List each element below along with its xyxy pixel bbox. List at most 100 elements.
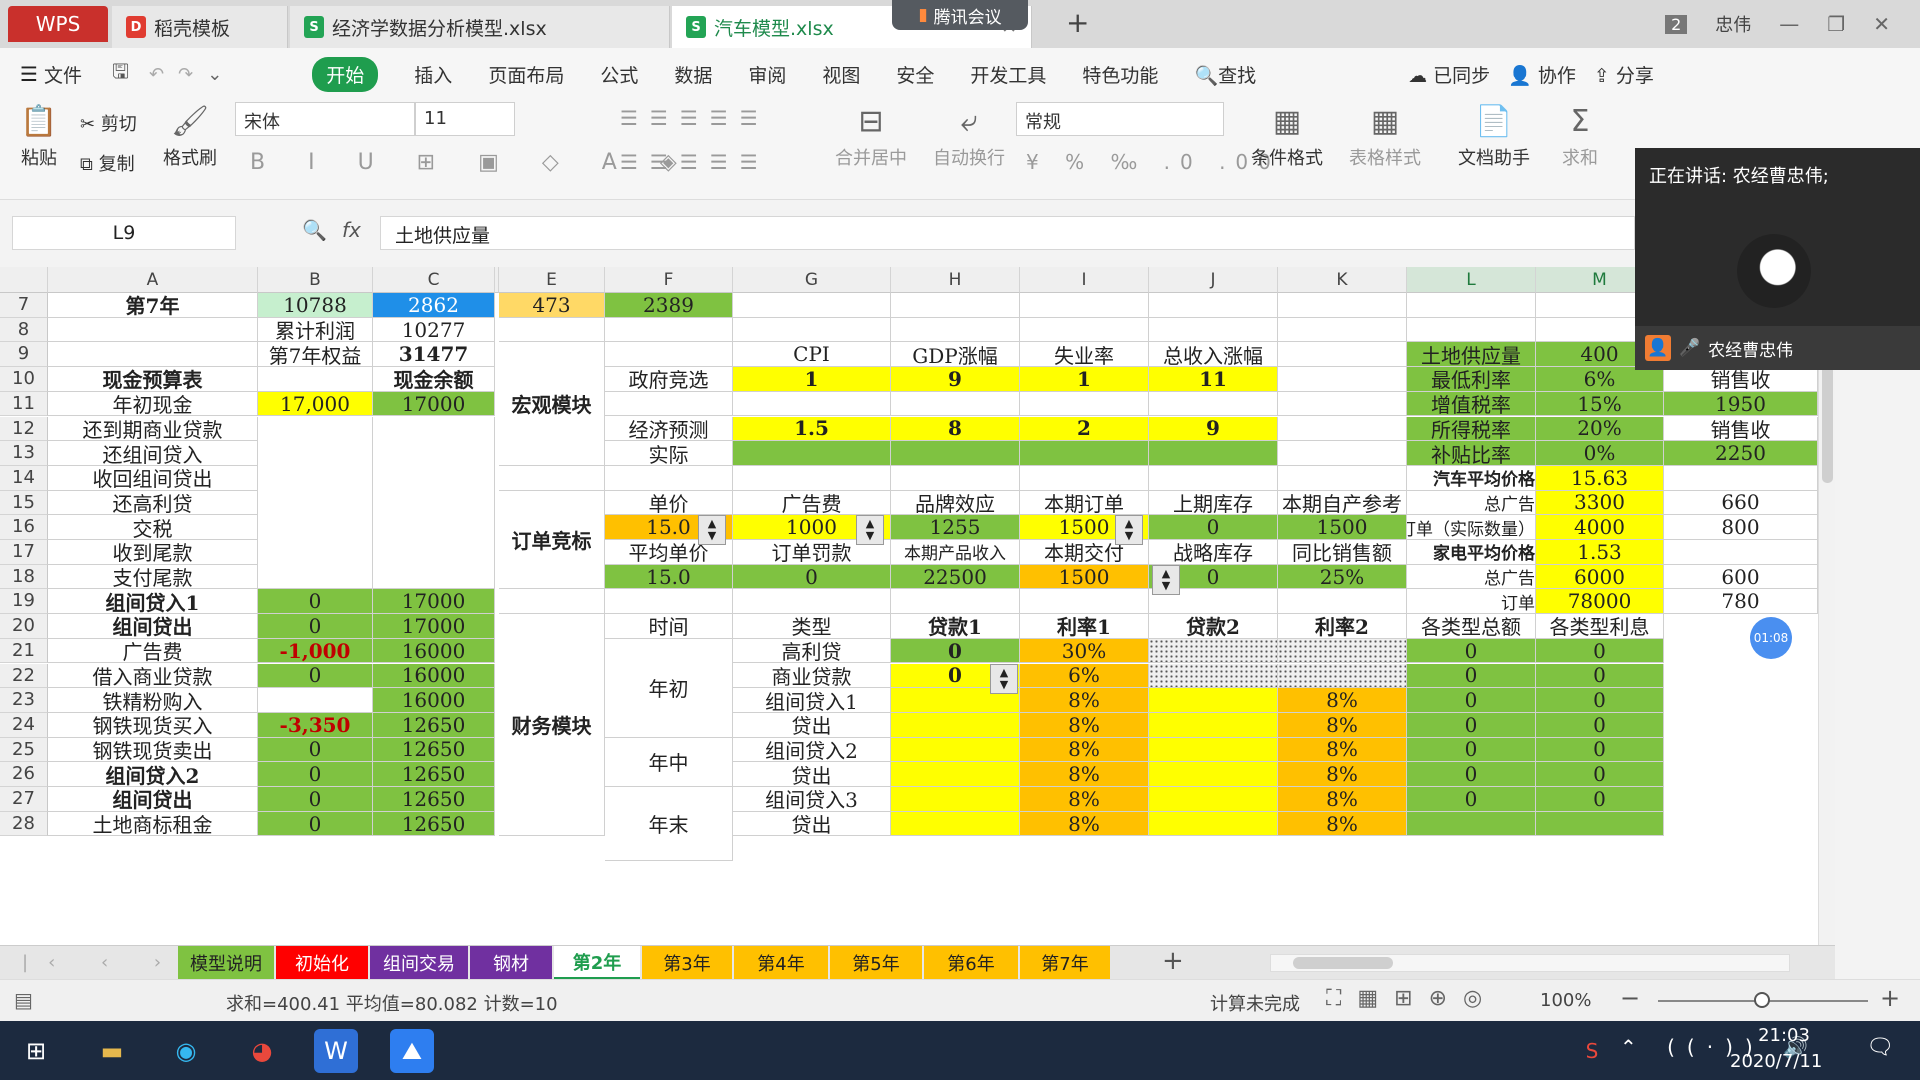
cell-a23[interactable]: 铁精粉购入 xyxy=(48,688,258,713)
cell-g24[interactable]: 贷出 xyxy=(733,712,891,738)
cell-l28[interactable] xyxy=(1407,811,1536,837)
cell-f19[interactable] xyxy=(605,589,733,615)
cell-a25[interactable]: 钢铁现货卖出 xyxy=(48,737,258,763)
cell-g27[interactable]: 组间贷入3 xyxy=(733,787,891,812)
cell-l16[interactable]: 订单（实际数量） xyxy=(1407,515,1536,540)
cell-n15[interactable]: 660 xyxy=(1664,490,1818,516)
cell-e15[interactable]: 订单竞标 xyxy=(499,490,605,590)
col-header-f[interactable]: F xyxy=(605,267,733,293)
cell-h17[interactable]: 本期产品收入 xyxy=(891,540,1020,565)
cell-j12[interactable]: 9 xyxy=(1149,416,1278,442)
cell-n13[interactable]: 2250 xyxy=(1664,441,1818,466)
share-button[interactable]: ⇪ 分享 xyxy=(1594,61,1654,88)
wps-office-icon[interactable]: W xyxy=(314,1029,358,1073)
cell-a20[interactable]: 组间贷出 xyxy=(48,614,258,639)
spreadsheet-grid[interactable]: A B C E F G H I J K L M 7 8 9 10 11 12 13 14 15 1… xyxy=(0,267,1835,945)
cell-a22[interactable]: 借入商业贷款 xyxy=(48,663,258,689)
sheet-tab[interactable]: 组间交易 xyxy=(370,946,468,980)
cell-h7[interactable] xyxy=(891,293,1020,318)
cell-g11[interactable] xyxy=(733,391,891,417)
row-header[interactable]: 22 xyxy=(0,663,48,689)
cell-e14[interactable] xyxy=(499,465,605,491)
cell-j16[interactable]: 0 xyxy=(1149,515,1278,540)
cell-g21[interactable]: 高利贷 xyxy=(733,638,891,664)
cell-b21[interactable]: -1,000 xyxy=(258,638,373,664)
menu-search[interactable]: 🔍查找 xyxy=(1194,61,1256,88)
cell-a15[interactable]: 还高利贷 xyxy=(48,490,258,516)
zoom-slider[interactable] xyxy=(1658,992,1868,1008)
cell-a26[interactable]: 组间贷入2 xyxy=(48,762,258,787)
cell-h20[interactable]: 贷款1 xyxy=(891,614,1020,639)
horizontal-scroll-thumb[interactable] xyxy=(1293,957,1393,969)
cell-i12[interactable]: 2 xyxy=(1020,416,1149,442)
cell-b7[interactable]: 10788 xyxy=(258,293,373,318)
cell-l27[interactable]: 0 xyxy=(1407,787,1536,812)
cell-j21[interactable] xyxy=(1149,638,1278,664)
cell-c11[interactable]: 17000 xyxy=(373,391,495,417)
col-header-i[interactable]: I xyxy=(1020,267,1149,293)
cell-m23[interactable]: 0 xyxy=(1536,688,1664,713)
cell-m28[interactable] xyxy=(1536,811,1664,837)
cell-f18[interactable]: 15.0 xyxy=(605,564,733,590)
cell-j10[interactable]: 11 xyxy=(1149,367,1278,392)
cell-j11[interactable] xyxy=(1149,391,1278,417)
cell-j13[interactable] xyxy=(1149,441,1278,466)
cell-b9[interactable]: 第7年权益 xyxy=(258,342,373,368)
cell-k7[interactable] xyxy=(1278,293,1407,318)
spinner-control[interactable]: ▲ ▼ xyxy=(1115,515,1143,546)
formula-input[interactable]: 土地供应量 xyxy=(380,216,1635,250)
menu-home[interactable]: 开始 xyxy=(312,56,379,92)
cell-k11[interactable] xyxy=(1278,391,1407,417)
cell-g15[interactable]: 广告费 xyxy=(733,490,891,516)
cell-c21[interactable]: 16000 xyxy=(373,638,495,664)
cell-f8[interactable] xyxy=(605,317,733,343)
cell-b25[interactable]: 0 xyxy=(258,737,373,763)
cell-k9[interactable] xyxy=(1278,342,1407,368)
menu-data[interactable]: 数据 xyxy=(674,61,712,88)
cell-a21[interactable]: 广告费 xyxy=(48,638,258,664)
cell-h21[interactable]: 0 xyxy=(891,638,1020,664)
cell-i21[interactable]: 30% xyxy=(1020,638,1149,664)
cell-k18[interactable]: 25% xyxy=(1278,564,1407,590)
row-header[interactable]: 26 xyxy=(0,762,48,787)
cell-a18[interactable]: 支付尾款 xyxy=(48,564,258,590)
cell-c7[interactable]: 2862 xyxy=(373,293,495,318)
cell-b28[interactable]: 0 xyxy=(258,811,373,837)
cell-l18[interactable]: 总广告 xyxy=(1407,564,1536,590)
row-header[interactable]: 8 xyxy=(0,317,48,343)
cell-l13[interactable]: 补贴比率 xyxy=(1407,441,1536,466)
cell-g7[interactable] xyxy=(733,293,891,318)
menu-developer[interactable]: 开发工具 xyxy=(970,61,1046,88)
spinner-control[interactable]: ▲ ▼ xyxy=(856,515,884,546)
sum-button[interactable]: Σ 求和 xyxy=(1552,104,1608,170)
horizontal-scrollbar[interactable] xyxy=(1270,954,1790,972)
cell-i7[interactable] xyxy=(1020,293,1149,318)
cell-g9[interactable]: CPI xyxy=(733,342,891,368)
cell-h9[interactable]: GDP涨幅 xyxy=(891,342,1020,368)
cell-g28[interactable]: 贷出 xyxy=(733,811,891,837)
cell-i15[interactable]: 本期订单 xyxy=(1020,490,1149,516)
cell-b20[interactable]: 0 xyxy=(258,614,373,639)
cell-m21[interactable]: 0 xyxy=(1536,638,1664,664)
cell-f15[interactable]: 单价 xyxy=(605,490,733,516)
cell-a28[interactable]: 土地商标租金 xyxy=(48,811,258,837)
number-format-buttons[interactable]: ¥ % ‰ .0 .00 xyxy=(1026,150,1281,174)
cell-n16[interactable]: 800 xyxy=(1664,515,1818,540)
cell-i28[interactable]: 8% xyxy=(1020,811,1149,837)
cell-m22[interactable]: 0 xyxy=(1536,663,1664,689)
cell-a10[interactable]: 现金预算表 xyxy=(48,367,258,392)
row-header[interactable]: 7 xyxy=(0,293,48,318)
cell-l21[interactable]: 0 xyxy=(1407,638,1536,664)
cell-e8[interactable] xyxy=(499,317,605,343)
sheet-tab[interactable]: 第3年 xyxy=(642,946,732,980)
cell-b19[interactable]: 0 xyxy=(258,589,373,615)
sync-status[interactable]: ☁ 已同步 xyxy=(1408,61,1490,88)
cell-k20[interactable]: 利率2 xyxy=(1278,614,1407,639)
file-explorer-icon[interactable]: ▬ xyxy=(90,1029,134,1073)
zoom-out-icon[interactable]: − xyxy=(1620,984,1640,1012)
name-box[interactable]: L9 xyxy=(12,216,236,250)
vertical-scroll-thumb[interactable] xyxy=(1822,363,1833,483)
cell-b10[interactable] xyxy=(258,367,373,392)
cell-m17[interactable]: 1.53 xyxy=(1536,540,1664,565)
zoom-formula-icon[interactable]: 🔍 xyxy=(302,218,327,242)
